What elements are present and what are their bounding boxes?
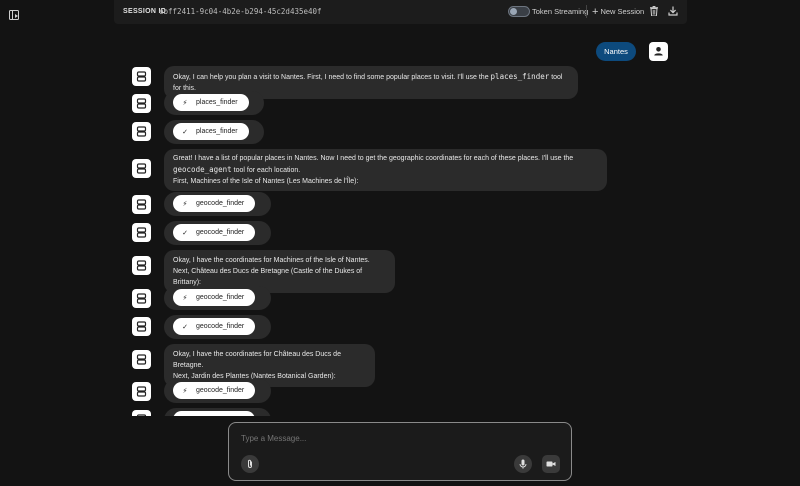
check-icon: ✓ xyxy=(182,128,188,136)
tool-call-container: ⚡︎ geocode_finder xyxy=(164,192,271,216)
bot-avatar xyxy=(132,317,151,336)
bolt-icon: ⚡︎ xyxy=(182,99,188,107)
tool-result-container: ✓ geocode_finder xyxy=(164,315,271,339)
bot-icon xyxy=(136,126,147,137)
session-id-value: ebff2411-9c04-4b2e-b294-45c2d435e40f xyxy=(159,7,322,16)
bot-message-text: First, Machines of the Isle of Nantes (L… xyxy=(173,178,359,185)
tool-name: geocode_finder xyxy=(196,200,245,207)
user-message-text: Nantes xyxy=(604,47,628,56)
tool-call-container: ⚡︎ places_finder xyxy=(164,91,264,115)
tool-call-pill[interactable]: ⚡︎ geocode_finder xyxy=(173,382,256,399)
bot-avatar xyxy=(132,94,151,113)
tool-result-pill[interactable]: ✓ geocode_finder xyxy=(173,224,256,241)
bot-icon xyxy=(136,414,147,416)
token-streaming-label: Token Streaming xyxy=(532,7,589,16)
tool-name: places_finder xyxy=(196,128,238,135)
bot-message-text: Okay, I can help you plan a visit to Nan… xyxy=(173,74,491,81)
bot-avatar xyxy=(132,67,151,86)
new-session-button[interactable]: + New Session xyxy=(592,5,644,18)
bot-icon xyxy=(136,227,147,238)
bolt-icon: ⚡︎ xyxy=(182,200,188,208)
tool-result-pill[interactable]: ✓ geocode_finder xyxy=(173,411,256,417)
tool-name: places_finder xyxy=(196,99,238,106)
bot-message-text: Okay, I have the coordinates for Machine… xyxy=(173,257,370,264)
tool-name: geocode_finder xyxy=(196,323,245,330)
message-composer xyxy=(228,422,572,481)
bot-icon xyxy=(136,199,147,210)
bot-avatar xyxy=(132,289,151,308)
user-message-bubble: Nantes xyxy=(596,42,636,61)
tool-call-pill[interactable]: ⚡︎ places_finder xyxy=(173,94,249,111)
trash-icon[interactable] xyxy=(650,6,658,16)
bot-icon xyxy=(136,321,147,332)
bot-avatar xyxy=(132,122,151,141)
check-icon: ✓ xyxy=(182,416,188,417)
check-icon: ✓ xyxy=(182,229,188,237)
message-input[interactable] xyxy=(241,434,491,443)
bot-icon xyxy=(136,260,147,271)
microphone-icon xyxy=(519,459,527,469)
user-icon xyxy=(654,47,663,56)
tool-result-pill[interactable]: ✓ geocode_finder xyxy=(173,318,256,335)
tool-result-pill[interactable]: ✓ places_finder xyxy=(173,123,249,140)
tool-name: geocode_finder xyxy=(196,229,245,236)
inline-code: places_finder xyxy=(490,72,550,81)
bot-avatar xyxy=(132,410,151,416)
tool-name: geocode_finder xyxy=(196,294,245,301)
tool-result-container: ✓ geocode_finder xyxy=(164,221,271,245)
plus-icon: + xyxy=(592,5,599,18)
bot-icon xyxy=(136,354,147,365)
video-camera-button[interactable] xyxy=(542,455,560,473)
header-divider xyxy=(586,5,587,18)
download-icon[interactable] xyxy=(668,6,678,16)
bot-avatar xyxy=(132,256,151,275)
bot-message-text: Next, Château des Ducs de Bretagne (Cast… xyxy=(173,268,363,286)
token-streaming-toggle[interactable] xyxy=(508,6,530,17)
bot-avatar xyxy=(132,350,151,369)
user-avatar xyxy=(649,42,668,61)
tool-result-container: ✓ geocode_finder xyxy=(164,408,271,416)
new-session-label: New Session xyxy=(600,7,645,16)
bot-icon xyxy=(136,98,147,109)
bot-message-bubble: Great! I have a list of popular places i… xyxy=(164,149,607,191)
attach-button[interactable] xyxy=(241,455,259,473)
bot-avatar xyxy=(132,223,151,242)
bot-message-text: tool for each location. xyxy=(231,167,301,174)
tool-call-pill[interactable]: ⚡︎ geocode_finder xyxy=(173,195,256,212)
microphone-button[interactable] xyxy=(514,455,532,473)
bolt-icon: ⚡︎ xyxy=(182,387,188,395)
bot-message-text: Great! I have a list of popular places i… xyxy=(173,155,574,162)
bot-icon xyxy=(136,71,147,82)
bot-icon xyxy=(136,163,147,174)
tool-result-container: ✓ places_finder xyxy=(164,120,264,144)
bolt-icon: ⚡︎ xyxy=(182,294,188,302)
video-camera-icon xyxy=(546,461,556,467)
bot-avatar xyxy=(132,159,151,178)
bot-icon xyxy=(136,386,147,397)
check-icon: ✓ xyxy=(182,323,188,331)
inline-code: geocode_agent xyxy=(173,165,232,174)
sidebar-toggle-icon[interactable] xyxy=(9,10,19,20)
tool-call-container: ⚡︎ geocode_finder xyxy=(164,286,271,310)
tool-name: geocode_finder xyxy=(196,387,245,394)
bot-avatar xyxy=(132,382,151,401)
bot-message-text: Okay, I have the coordinates for Château… xyxy=(173,351,341,369)
tool-call-pill[interactable]: ⚡︎ geocode_finder xyxy=(173,289,256,306)
paperclip-icon xyxy=(248,459,252,468)
toggle-knob xyxy=(510,8,517,15)
chat-scroll-clip: ✓ geocode_finder xyxy=(0,400,800,416)
bot-icon xyxy=(136,293,147,304)
bot-avatar xyxy=(132,195,151,214)
